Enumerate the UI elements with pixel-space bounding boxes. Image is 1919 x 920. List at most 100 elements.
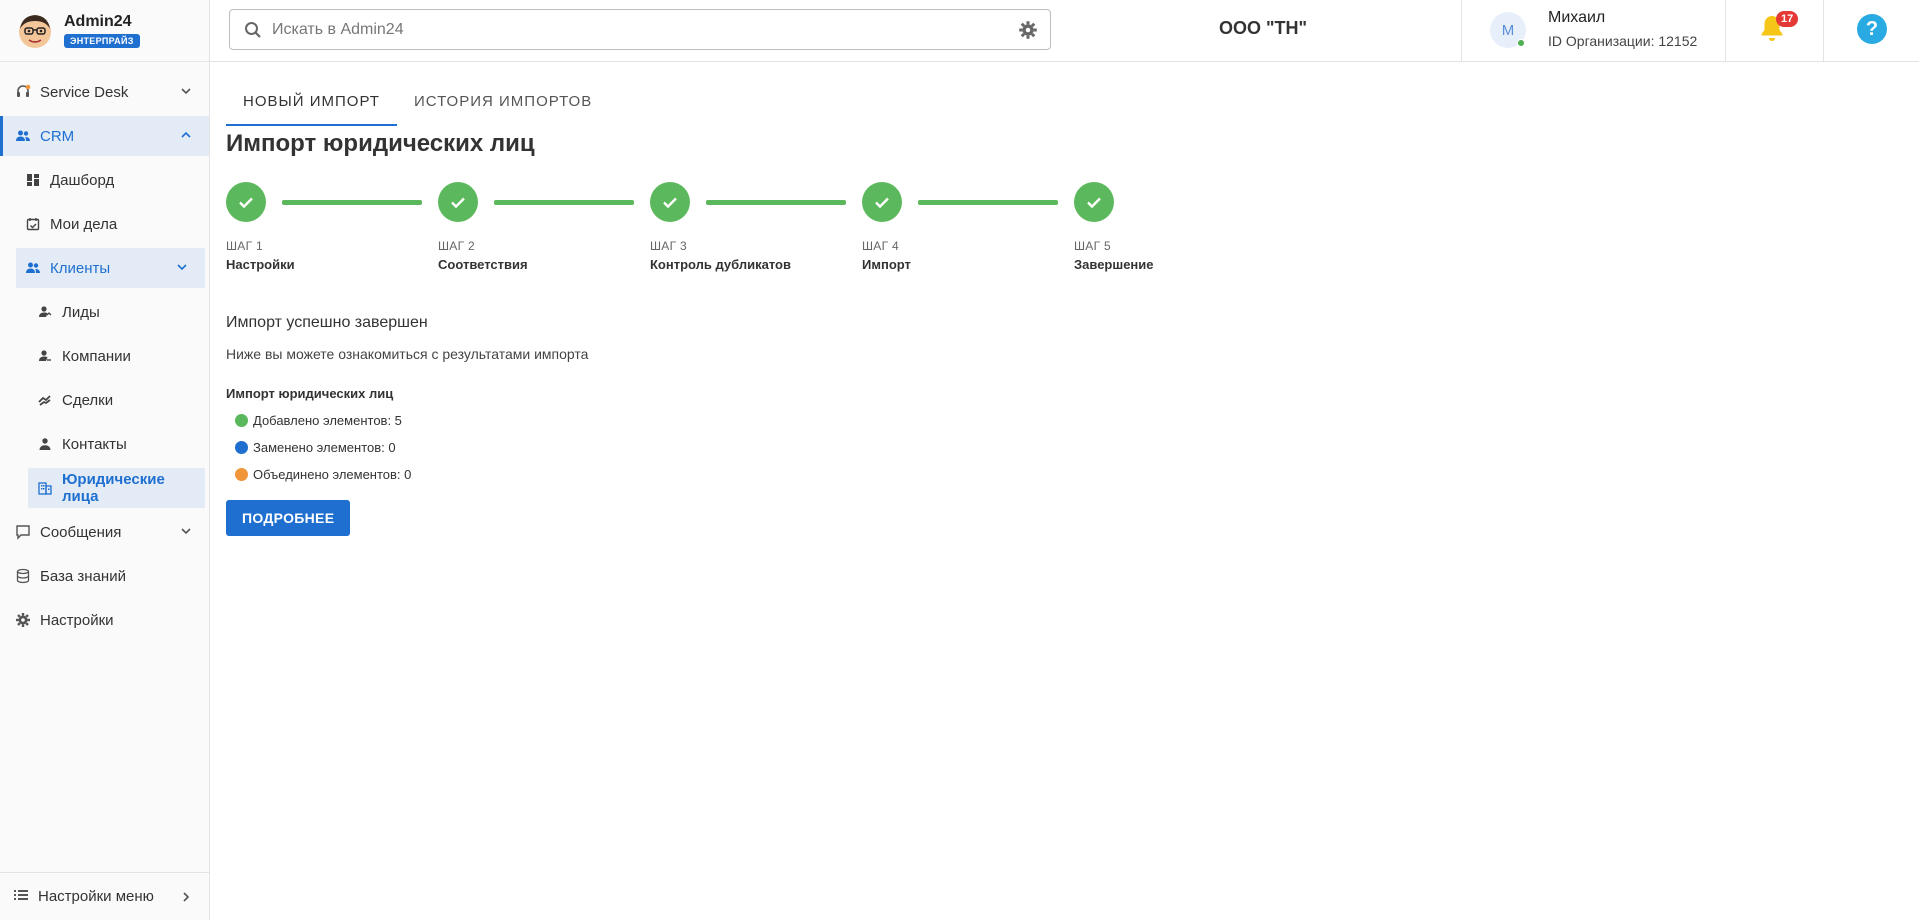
step-label: Контроль дубликатов	[650, 257, 791, 272]
search-input[interactable]	[272, 20, 972, 39]
sidebar-item-messages[interactable]: Сообщения	[0, 512, 209, 552]
person-company-icon	[36, 347, 54, 365]
details-button[interactable]: ПОДРОБНЕЕ	[226, 500, 351, 536]
sidebar-item-label: Сообщения	[40, 523, 122, 541]
sidebar-item-label: Сделки	[62, 391, 114, 409]
stats-title: Импорт юридических лиц	[226, 386, 394, 401]
header-divider	[1461, 0, 1462, 62]
calendar-check-icon	[24, 215, 42, 233]
header-divider	[1725, 0, 1726, 62]
sidebar-item-label: Компании	[62, 347, 131, 365]
stat-replaced: Заменено элементов: 0	[226, 440, 1919, 455]
step-number: ШАГ 5	[1074, 239, 1112, 253]
page-title: Импорт юридических лиц	[226, 130, 535, 157]
brand[interactable]: Admin24 ЭНТЕРПРАЙЗ	[0, 0, 209, 62]
list-icon	[14, 888, 28, 905]
sidebar-item-service-desk[interactable]: Service Desk	[0, 72, 209, 112]
plan-badge: ЭНТЕРПРАЙЗ	[64, 33, 140, 48]
sidebar-nav: Service Desk CRM Дашборд Мои дела Клиент…	[0, 72, 209, 644]
sidebar-item-label: База знаний	[40, 567, 126, 585]
search-settings-icon[interactable]	[1018, 20, 1038, 40]
sidebar-item-knowledge-base[interactable]: База знаний	[0, 556, 209, 596]
check-icon	[663, 197, 677, 209]
person-lead-icon	[36, 303, 54, 321]
sidebar: Admin24 ЭНТЕРПРАЙЗ Service Desk CRM Дашб…	[0, 0, 210, 920]
building-icon	[36, 479, 54, 497]
sidebar-item-legal-entities[interactable]: Юридические лица	[28, 468, 205, 508]
chevron-down-icon	[177, 264, 187, 271]
stat-merged: Объединено элементов: 0	[226, 467, 1919, 482]
status-dot-blue	[235, 441, 248, 454]
step-number: ШАГ 1	[226, 239, 264, 253]
tab-new-import[interactable]: НОВЫЙ ИМПОРТ	[226, 93, 397, 126]
sidebar-item-crm[interactable]: CRM	[0, 116, 209, 156]
user-avatar[interactable]: М	[1490, 12, 1526, 48]
menu-settings-label: Настройки меню	[38, 888, 154, 905]
header-divider	[1823, 0, 1824, 62]
user-name[interactable]: Михаил	[1548, 9, 1605, 27]
sidebar-item-companies[interactable]: Компании	[0, 336, 209, 376]
sidebar-item-dashboard[interactable]: Дашборд	[0, 160, 209, 200]
tab-import-history[interactable]: ИСТОРИЯ ИМПОРТОВ	[397, 93, 609, 126]
people-icon	[14, 127, 32, 145]
chevron-down-icon	[181, 88, 191, 95]
sidebar-item-settings[interactable]: Настройки	[0, 600, 209, 640]
step-completed-circle	[862, 182, 902, 222]
step-5: ШАГ 5 Завершение	[1074, 182, 1154, 272]
notification-count-badge: 17	[1776, 11, 1799, 27]
chevron-right-icon	[183, 892, 190, 902]
step-label: Настройки	[226, 257, 295, 272]
sidebar-item-label: Дашборд	[50, 171, 115, 189]
sidebar-item-deals[interactable]: Сделки	[0, 380, 209, 420]
chevron-up-icon	[181, 131, 191, 138]
gear-icon	[14, 611, 32, 629]
sidebar-item-label: Лиды	[62, 303, 100, 321]
stat-added: Добавлено элементов: 5	[226, 413, 1919, 428]
sidebar-item-label: CRM	[40, 127, 75, 145]
status-dot-orange	[235, 468, 248, 481]
dashboard-icon	[24, 171, 42, 189]
stat-label: Объединено элементов: 0	[253, 467, 412, 482]
help-button[interactable]: ?	[1857, 14, 1887, 44]
chevron-down-icon	[181, 528, 191, 535]
organization-name[interactable]: ООО "ТН"	[1219, 18, 1307, 39]
organization-id: ID Организации: 12152	[1548, 33, 1698, 49]
search-bar[interactable]	[229, 9, 1051, 50]
sidebar-item-label: Service Desk	[40, 83, 129, 101]
result-subtitle: Ниже вы можете ознакомиться с результата…	[226, 346, 589, 362]
status-dot-green	[235, 414, 248, 427]
notifications-button[interactable]: 17	[1759, 11, 1799, 46]
step-connector	[282, 200, 422, 205]
step-3: ШАГ 3 Контроль дубликатов	[650, 182, 791, 272]
check-icon	[1087, 197, 1101, 209]
person-icon	[36, 435, 54, 453]
step-2: ШАГ 2 Соответствия	[438, 182, 528, 272]
tabs: НОВЫЙ ИМПОРТ ИСТОРИЯ ИМПОРТОВ	[226, 62, 1919, 126]
sidebar-item-clients[interactable]: Клиенты	[16, 248, 205, 288]
database-icon	[14, 567, 32, 585]
sidebar-item-label: Мои дела	[50, 215, 118, 233]
handshake-icon	[36, 391, 54, 409]
import-stepper: ШАГ 1 Настройки ШАГ 2 Соответствия ШАГ 3…	[226, 182, 1919, 292]
sidebar-item-contacts[interactable]: Контакты	[0, 424, 209, 464]
sidebar-item-leads[interactable]: Лиды	[0, 292, 209, 332]
chat-icon	[14, 523, 32, 541]
sidebar-item-label: Настройки	[40, 611, 114, 629]
question-icon: ?	[1865, 17, 1879, 40]
sidebar-item-label: Контакты	[62, 435, 127, 453]
sidebar-item-my-tasks[interactable]: Мои дела	[0, 204, 209, 244]
brand-name: Admin24	[64, 12, 132, 30]
step-completed-circle	[226, 182, 266, 222]
stat-label: Добавлено элементов: 5	[253, 413, 402, 428]
menu-settings-button[interactable]: Настройки меню	[0, 872, 209, 920]
step-1: ШАГ 1 Настройки	[226, 182, 295, 272]
sidebar-item-label: Клиенты	[50, 259, 111, 277]
result-title: Импорт успешно завершен	[226, 314, 428, 331]
step-4: ШАГ 4 Импорт	[862, 182, 911, 272]
step-label: Импорт	[862, 257, 911, 272]
stat-label: Заменено элементов: 0	[253, 440, 396, 455]
step-number: ШАГ 4	[862, 239, 900, 253]
check-icon	[239, 197, 253, 209]
step-label: Завершение	[1074, 257, 1154, 272]
step-connector	[918, 200, 1058, 205]
